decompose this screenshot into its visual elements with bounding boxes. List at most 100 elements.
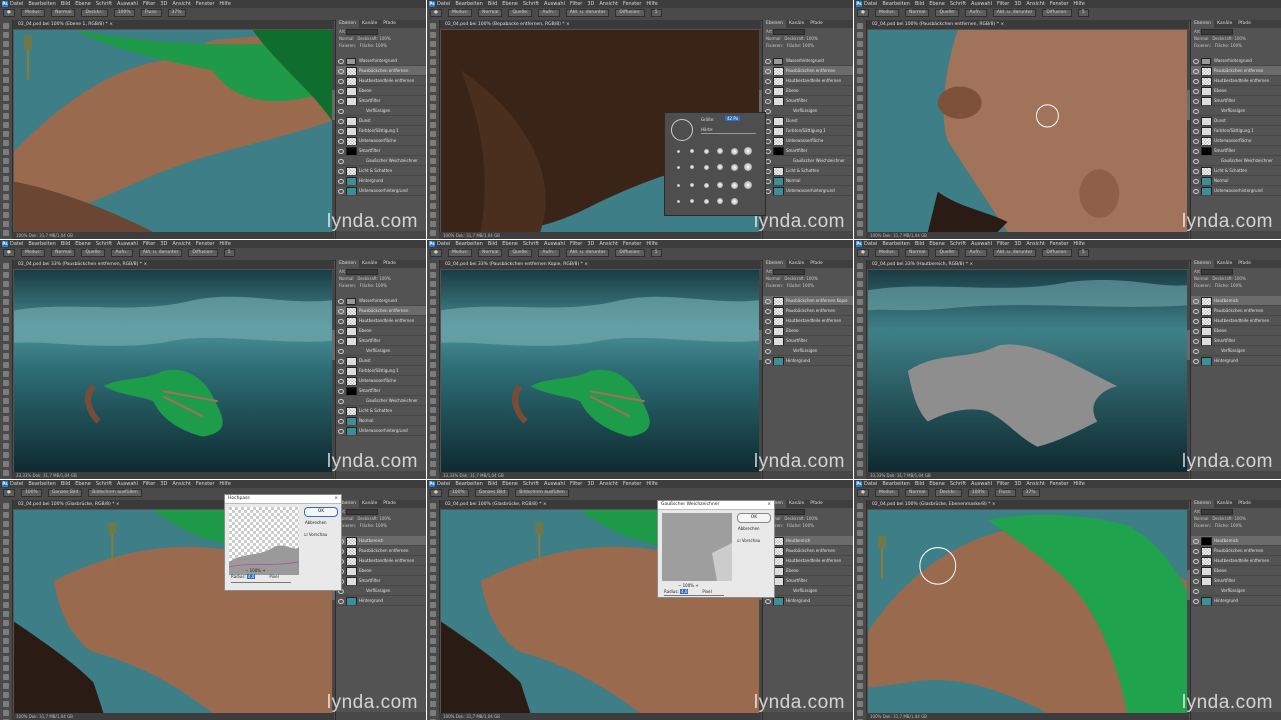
tool-icon[interactable] [430, 158, 436, 164]
radius-input[interactable]: 4,0 [247, 574, 256, 579]
layer-row[interactable]: Smartfilter [1191, 146, 1281, 156]
menu-item[interactable]: Fenster [196, 481, 215, 487]
tool-icon[interactable] [857, 185, 863, 191]
tool-icon[interactable] [857, 602, 863, 608]
tool-icon[interactable] [3, 104, 9, 110]
visibility-eye-icon[interactable] [338, 379, 344, 384]
ok-button[interactable]: OK [737, 513, 771, 523]
tab-ebenen[interactable]: Ebenen [1191, 500, 1214, 508]
layer-row[interactable]: Unterwasserfläche [336, 136, 426, 146]
tool-icon[interactable] [430, 68, 436, 74]
tool-icon[interactable] [857, 212, 863, 218]
brush-tip-icon[interactable] [690, 165, 694, 169]
layer-row[interactable]: Farbton/Sättigung 1 [763, 126, 853, 136]
tool-icon[interactable] [3, 68, 9, 74]
close-tab-icon[interactable]: × [969, 262, 973, 267]
menu-item[interactable]: Schrift [523, 241, 539, 247]
tool-icon[interactable] [3, 665, 9, 671]
visibility-eye-icon[interactable] [1193, 129, 1199, 134]
layer-row[interactable]: Unterwasserfläche [763, 136, 853, 146]
brush-tip-icon[interactable] [703, 182, 709, 188]
tab-kanaele[interactable]: Kanäle [1214, 20, 1235, 28]
tool-icon[interactable] [430, 470, 436, 476]
visibility-eye-icon[interactable] [765, 79, 771, 84]
visibility-eye-icon[interactable] [338, 129, 344, 134]
menu-item[interactable]: Datei [864, 1, 877, 7]
tool-icon[interactable] [3, 470, 9, 476]
tool-icon[interactable] [857, 611, 863, 617]
fill-value[interactable]: 100% [1230, 43, 1241, 48]
layer-row[interactable]: Smartfilter [336, 576, 426, 586]
menu-item[interactable]: Filter [997, 1, 1009, 7]
tool-icon[interactable] [430, 593, 436, 599]
tool-icon[interactable] [857, 290, 863, 296]
layer-row[interactable]: Pausbäckchen entfernen [1191, 66, 1281, 76]
tool-icon[interactable] [430, 452, 436, 458]
visibility-eye-icon[interactable] [1193, 339, 1199, 344]
option-control[interactable]: 5 [1077, 8, 1089, 17]
visibility-eye-icon[interactable] [1193, 549, 1199, 554]
layer-row[interactable]: Ebene [1191, 326, 1281, 336]
menu-item[interactable]: Bearbeiten [28, 241, 55, 247]
tool-icon[interactable] [857, 308, 863, 314]
tool-icon[interactable] [430, 512, 436, 518]
layer-row[interactable]: Wasserhintergrund [336, 56, 426, 66]
option-control[interactable]: Akt. u. darunter [992, 248, 1037, 257]
tool-icon[interactable] [430, 77, 436, 83]
brush-tip-icon[interactable] [730, 181, 738, 189]
tool-icon[interactable] [857, 230, 863, 236]
option-control[interactable]: Akt. u. darunter [565, 8, 610, 17]
tool-icon[interactable] [3, 272, 9, 278]
tool-icon[interactable] [3, 353, 9, 359]
tool-icon[interactable] [430, 281, 436, 287]
visibility-eye-icon[interactable] [765, 99, 771, 104]
tool-icon[interactable] [3, 167, 9, 173]
menu-item[interactable]: Bild [61, 481, 70, 487]
visibility-eye-icon[interactable] [1193, 79, 1199, 84]
menu-item[interactable]: 3D [587, 1, 594, 7]
tool-icon[interactable] [857, 566, 863, 572]
radius-slider[interactable] [231, 582, 291, 583]
menu-item[interactable]: Bild [915, 241, 924, 247]
option-control[interactable]: Normal [51, 8, 76, 17]
tool-icon[interactable] [857, 158, 863, 164]
tool-icon[interactable] [3, 710, 9, 716]
tool-icon[interactable] [3, 95, 9, 101]
tool-icon[interactable] [857, 317, 863, 323]
tool-icon[interactable] [857, 362, 863, 368]
menu-item[interactable]: Hilfe [219, 241, 230, 247]
menu-item[interactable]: Fenster [1050, 241, 1069, 247]
menu-item[interactable]: Datei [437, 1, 450, 7]
tool-icon[interactable] [3, 158, 9, 164]
option-control[interactable]: Normal [51, 248, 76, 257]
layer-row[interactable]: Wasserhintergrund [1191, 56, 1281, 66]
menu-item[interactable]: Filter [570, 481, 582, 487]
blend-mode-select[interactable]: Normal [766, 276, 780, 281]
tool-icon[interactable] [3, 611, 9, 617]
opacity-value[interactable]: 100% [806, 276, 817, 281]
option-control[interactable]: Akt. u. darunter [565, 248, 610, 257]
layer-row[interactable]: Hintergrund [336, 596, 426, 606]
close-icon[interactable]: × [767, 501, 771, 509]
tool-icon[interactable] [430, 530, 436, 536]
brush-tip-icon[interactable] [690, 199, 694, 203]
cancel-button[interactable]: Abbrechen [305, 520, 327, 525]
visibility-eye-icon[interactable] [765, 69, 771, 74]
tool-icon[interactable] [857, 512, 863, 518]
option-control[interactable]: Aufn.: [538, 8, 560, 17]
tool-icon[interactable] [3, 389, 9, 395]
tool-icon[interactable] [3, 647, 9, 653]
layer-row[interactable]: Dunst [336, 116, 426, 126]
tool-icon[interactable] [857, 470, 863, 476]
menu-item[interactable]: Ebene [502, 1, 518, 7]
tool-icon[interactable] [857, 389, 863, 395]
tool-preset-icon[interactable]: ● [857, 248, 869, 257]
opacity-value[interactable]: 100% [806, 516, 817, 521]
tool-icon[interactable] [3, 131, 9, 137]
tool-icon[interactable] [3, 113, 9, 119]
layer-row[interactable]: Verflüssigen [336, 106, 426, 116]
layer-row[interactable]: Smartfilter [763, 336, 853, 346]
tool-icon[interactable] [3, 674, 9, 680]
tool-preset-icon[interactable]: ● [857, 488, 869, 497]
layer-row[interactable]: Licht & Schatten [336, 406, 426, 416]
